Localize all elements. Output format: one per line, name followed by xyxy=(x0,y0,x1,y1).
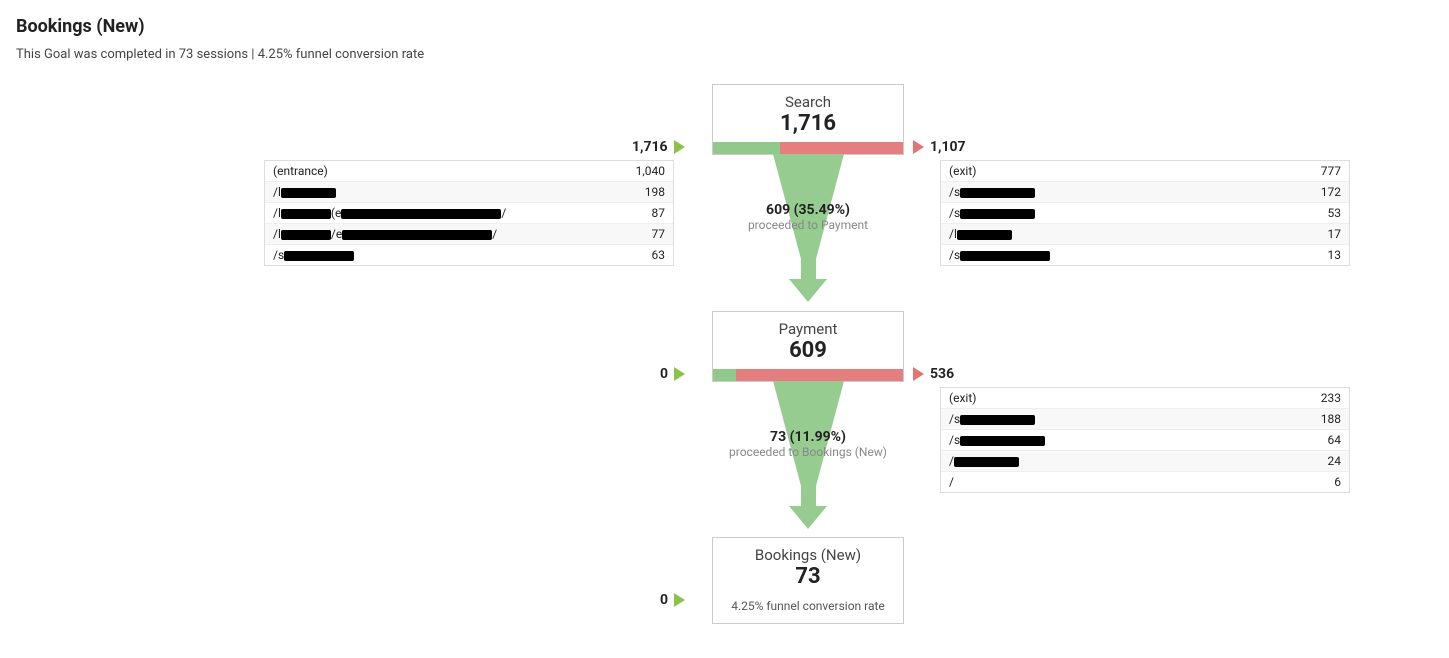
bar-exited xyxy=(736,369,903,381)
table-row: /s64 xyxy=(941,430,1349,451)
step-value: 1,716 xyxy=(713,111,903,142)
funnel-visualization: Search 1,716 1,716 1,107 (entrance)1,040… xyxy=(16,82,1356,642)
triangle-out-icon xyxy=(913,367,924,381)
triangle-in-icon xyxy=(674,367,685,381)
table-row: /l198 xyxy=(265,182,673,203)
page-subtitle: This Goal was completed in 73 sessions |… xyxy=(16,47,1433,62)
triangle-in-icon xyxy=(674,140,685,154)
page-title: Bookings (New) xyxy=(16,16,1433,37)
exit-destinations-table: (exit)777 /s172 /s53 /l17 /s13 xyxy=(940,160,1350,266)
table-row: /24 xyxy=(941,451,1349,472)
step-title: Search xyxy=(713,85,903,111)
table-row: (exit)233 xyxy=(941,388,1349,409)
entrance-sources-table: (entrance)1,040 /l198 /l(e/87 /l/e/77 /s… xyxy=(264,160,674,266)
table-row: (exit)777 xyxy=(941,161,1349,182)
table-row: /s188 xyxy=(941,409,1349,430)
table-row: /s13 xyxy=(941,245,1349,265)
triangle-in-icon xyxy=(674,593,685,607)
exit-destinations-table: (exit)233 /s188 /s64 /24 /6 xyxy=(940,387,1350,493)
step-value: 73 xyxy=(713,564,903,595)
table-row: /l17 xyxy=(941,224,1349,245)
proceed-label: 609 (35.49%) proceeded to Payment xyxy=(708,202,908,232)
step-title: Payment xyxy=(713,312,903,338)
step-in-count: 0 xyxy=(660,592,685,608)
bar-exited xyxy=(780,142,903,154)
bar-proceeded xyxy=(713,369,736,381)
funnel-step-search: Search 1,716 xyxy=(712,84,904,155)
table-row: /s63 xyxy=(265,245,673,265)
step-in-count: 0 xyxy=(660,366,685,382)
step-out-count: 1,107 xyxy=(913,139,966,155)
triangle-out-icon xyxy=(913,140,924,154)
table-row: /6 xyxy=(941,472,1349,492)
table-row: (entrance)1,040 xyxy=(265,161,673,182)
step-value: 609 xyxy=(713,338,903,369)
bar-proceeded xyxy=(713,142,780,154)
step-out-count: 536 xyxy=(913,366,954,382)
proceed-label: 73 (11.99%) proceeded to Bookings (New) xyxy=(708,429,908,459)
table-row: /s172 xyxy=(941,182,1349,203)
step-in-count: 1,716 xyxy=(632,139,685,155)
funnel-step-bookings: Bookings (New) 73 4.25% funnel conversio… xyxy=(712,537,904,624)
step-title: Bookings (New) xyxy=(713,538,903,564)
step-progress-bar xyxy=(713,369,903,381)
table-row: /l(e/87 xyxy=(265,203,673,224)
funnel-step-payment: Payment 609 xyxy=(712,311,904,382)
step-progress-bar xyxy=(713,142,903,154)
table-row: /s53 xyxy=(941,203,1349,224)
table-row: /l/e/77 xyxy=(265,224,673,245)
step-conversion-rate: 4.25% funnel conversion rate xyxy=(713,595,903,623)
